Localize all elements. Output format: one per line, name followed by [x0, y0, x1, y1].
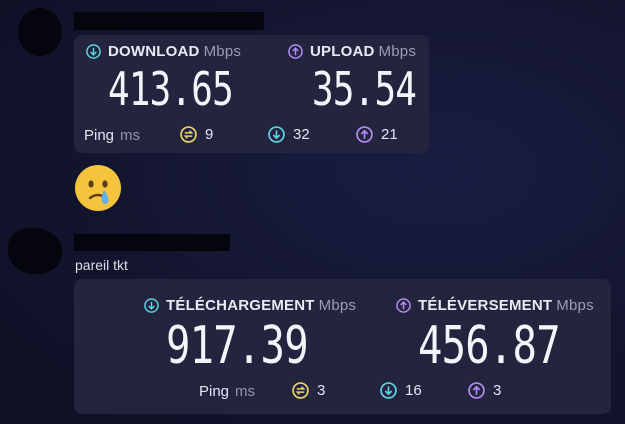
- upload-value: 35.54: [312, 62, 417, 116]
- ping-idle: 9: [180, 126, 213, 143]
- ping-idle-2: 3: [292, 382, 325, 399]
- ping-idle-icon: [180, 126, 197, 143]
- telechargement-value: 917.39: [166, 316, 309, 376]
- username-redacted[interactable]: [74, 12, 264, 30]
- download-header: DOWNLOAD Mbps: [86, 43, 241, 60]
- ping-up: 21: [356, 126, 398, 143]
- download-unit: Mbps: [203, 43, 242, 60]
- ping-unit: ms: [235, 383, 256, 400]
- televersement-unit: Mbps: [556, 297, 594, 314]
- ping-down: 32: [268, 126, 310, 143]
- ping-label-row: Ping ms: [84, 127, 140, 144]
- televersement-label: TÉLÉVERSEMENT: [418, 297, 553, 314]
- ping-up-2: 3: [468, 382, 501, 399]
- ping-idle-icon: [292, 382, 309, 399]
- upload-arrow-icon: [288, 44, 303, 59]
- ping-down-value: 16: [405, 382, 422, 399]
- download-arrow-icon: [86, 44, 101, 59]
- telechargement-header: TÉLÉCHARGEMENT Mbps: [144, 297, 356, 314]
- upload-label: UPLOAD: [310, 43, 375, 60]
- upload-unit: Mbps: [378, 43, 417, 60]
- ping-idle-value: 9: [205, 126, 214, 143]
- ping-up-value: 21: [381, 126, 398, 143]
- avatar-redacted[interactable]: [18, 8, 62, 56]
- speedtest-card-2: TÉLÉCHARGEMENT Mbps TÉLÉVERSEMENT Mbps 9…: [74, 279, 611, 414]
- televersement-value: 456.87: [418, 316, 561, 376]
- ping-label: Ping: [84, 127, 115, 144]
- speedtest-card-1: DOWNLOAD Mbps UPLOAD Mbps 413.65 35.54 P…: [74, 35, 429, 153]
- ping-label-row-2: Ping ms: [199, 383, 255, 400]
- ping-up-value: 3: [493, 382, 502, 399]
- ping-down-2: 16: [380, 382, 422, 399]
- ping-up-icon: [468, 382, 485, 399]
- download-arrow-icon: [144, 298, 159, 313]
- crying-face-emoji[interactable]: [74, 164, 122, 212]
- ping-down-icon: [380, 382, 397, 399]
- username-redacted-2[interactable]: [74, 234, 230, 251]
- ping-up-icon: [356, 126, 373, 143]
- upload-header: UPLOAD Mbps: [288, 43, 416, 60]
- avatar-redacted-2[interactable]: [8, 228, 62, 274]
- download-label: DOWNLOAD: [108, 43, 200, 60]
- televersement-header: TÉLÉVERSEMENT Mbps: [396, 297, 594, 314]
- telechargement-label: TÉLÉCHARGEMENT: [166, 297, 315, 314]
- ping-down-value: 32: [293, 126, 310, 143]
- upload-arrow-icon: [396, 298, 411, 313]
- telechargement-unit: Mbps: [318, 297, 357, 314]
- ping-unit: ms: [120, 127, 141, 144]
- ping-idle-value: 3: [317, 382, 326, 399]
- download-value: 413.65: [108, 62, 234, 116]
- ping-down-icon: [268, 126, 285, 143]
- message-text: pareil tkt: [75, 257, 128, 273]
- ping-label: Ping: [199, 383, 230, 400]
